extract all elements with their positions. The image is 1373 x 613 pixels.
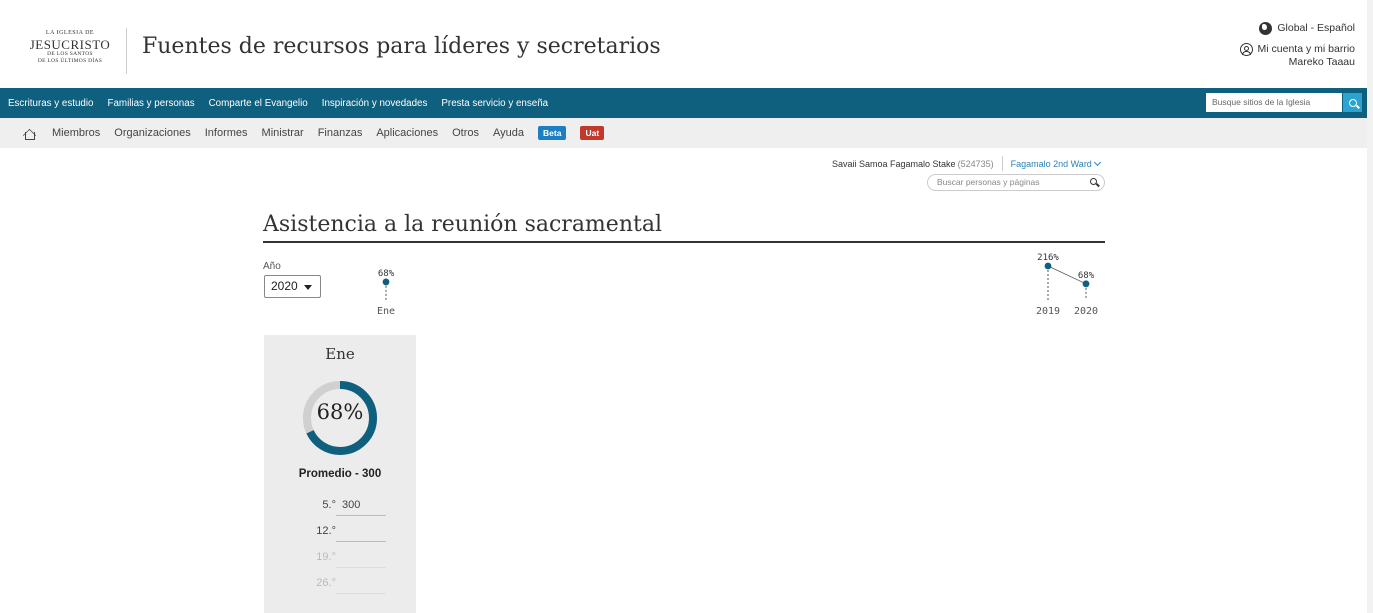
average-label: Promedio - 300 bbox=[298, 468, 382, 480]
week-attendance-input[interactable]: 300 bbox=[336, 499, 386, 516]
week-label: 5.° bbox=[322, 499, 336, 511]
week-attendance-input bbox=[336, 551, 386, 568]
week-label: 19.° bbox=[316, 551, 336, 563]
week-row: 12.° bbox=[264, 525, 416, 551]
week-row: 19.° bbox=[264, 551, 416, 577]
week-row: 5.° 300 bbox=[264, 499, 416, 525]
tick-label: Ene bbox=[377, 306, 395, 317]
page-scrollbar[interactable] bbox=[1367, 0, 1373, 613]
tick-label: 2020 bbox=[1074, 306, 1098, 317]
week-attendance-input bbox=[336, 577, 386, 594]
week-row: 26.° bbox=[264, 577, 416, 603]
card-month: Ene bbox=[325, 345, 355, 363]
data-label: 216% bbox=[1037, 253, 1059, 263]
attendance-sparklines: 68% Ene 216% 2019 68% 2020 bbox=[377, 253, 1098, 317]
ring-percent: 68% bbox=[316, 400, 364, 424]
tick-label: 2019 bbox=[1036, 306, 1060, 317]
week-label: 12.° bbox=[316, 525, 336, 537]
data-label: 68% bbox=[1078, 271, 1095, 281]
data-point bbox=[382, 278, 390, 286]
month-card[interactable]: Ene 68% Promedio - 300 5.° 300 12.° 19.°… bbox=[264, 335, 416, 613]
week-label: 26.° bbox=[316, 577, 336, 589]
week-attendance-input[interactable] bbox=[336, 525, 386, 542]
data-point bbox=[1082, 280, 1090, 288]
data-point bbox=[1044, 262, 1052, 270]
data-label: 68% bbox=[378, 269, 395, 279]
